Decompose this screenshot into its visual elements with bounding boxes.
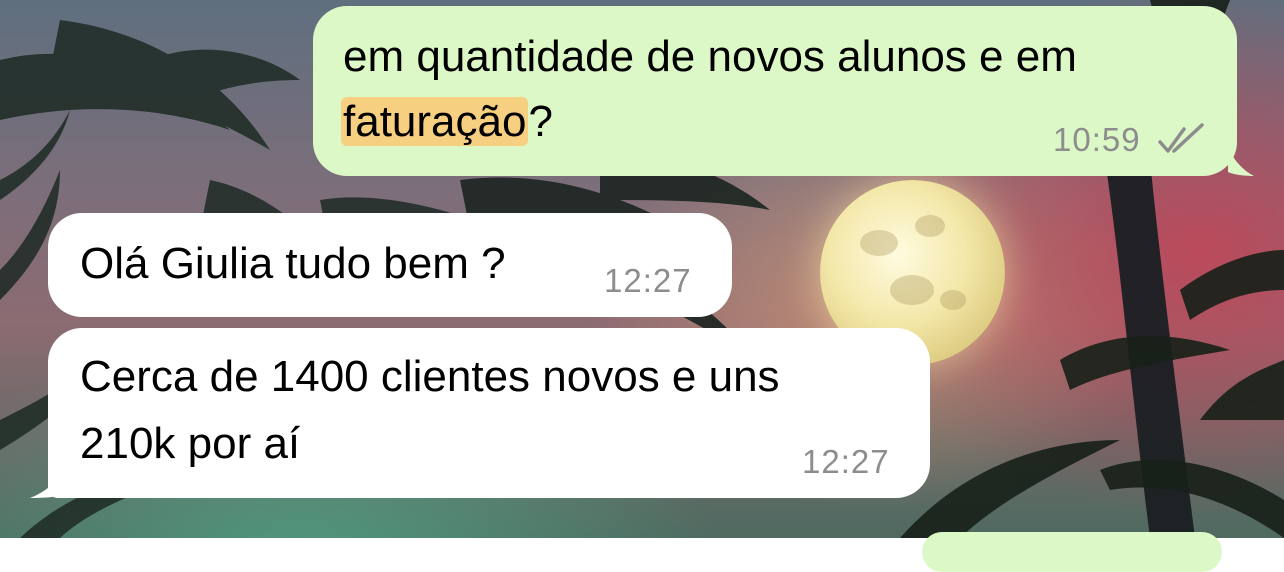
- incoming-message-bubble[interactable]: Cerca de 1400 clientes novos e uns 210k …: [48, 328, 930, 498]
- double-check-icon: [1158, 123, 1204, 153]
- message-text-line: faturação?: [341, 90, 553, 154]
- search-highlight: faturação: [341, 97, 529, 146]
- message-text-fragment: ?: [528, 97, 553, 146]
- outgoing-message-bubble[interactable]: em quantidade de novos alunos e em fatur…: [313, 6, 1237, 176]
- message-text-line: Cerca de 1400 clientes novos e uns: [80, 352, 780, 401]
- incoming-message-bubble[interactable]: Olá Giulia tudo bem ? 12:27: [48, 213, 732, 317]
- outgoing-bubble-tail: [1228, 146, 1254, 176]
- message-timestamp: 12:27: [604, 262, 692, 299]
- message-text: Olá Giulia tudo bem ?: [80, 239, 506, 288]
- incoming-bubble-tail: [30, 466, 64, 498]
- message-text-line: em quantidade de novos alunos e em: [343, 32, 1077, 81]
- message-text-line: 210k por aí: [80, 419, 301, 468]
- outgoing-message-bubble-partial: [922, 532, 1222, 572]
- message-timestamp: 12:27: [802, 443, 890, 480]
- message-timestamp: 10:59: [1053, 121, 1141, 158]
